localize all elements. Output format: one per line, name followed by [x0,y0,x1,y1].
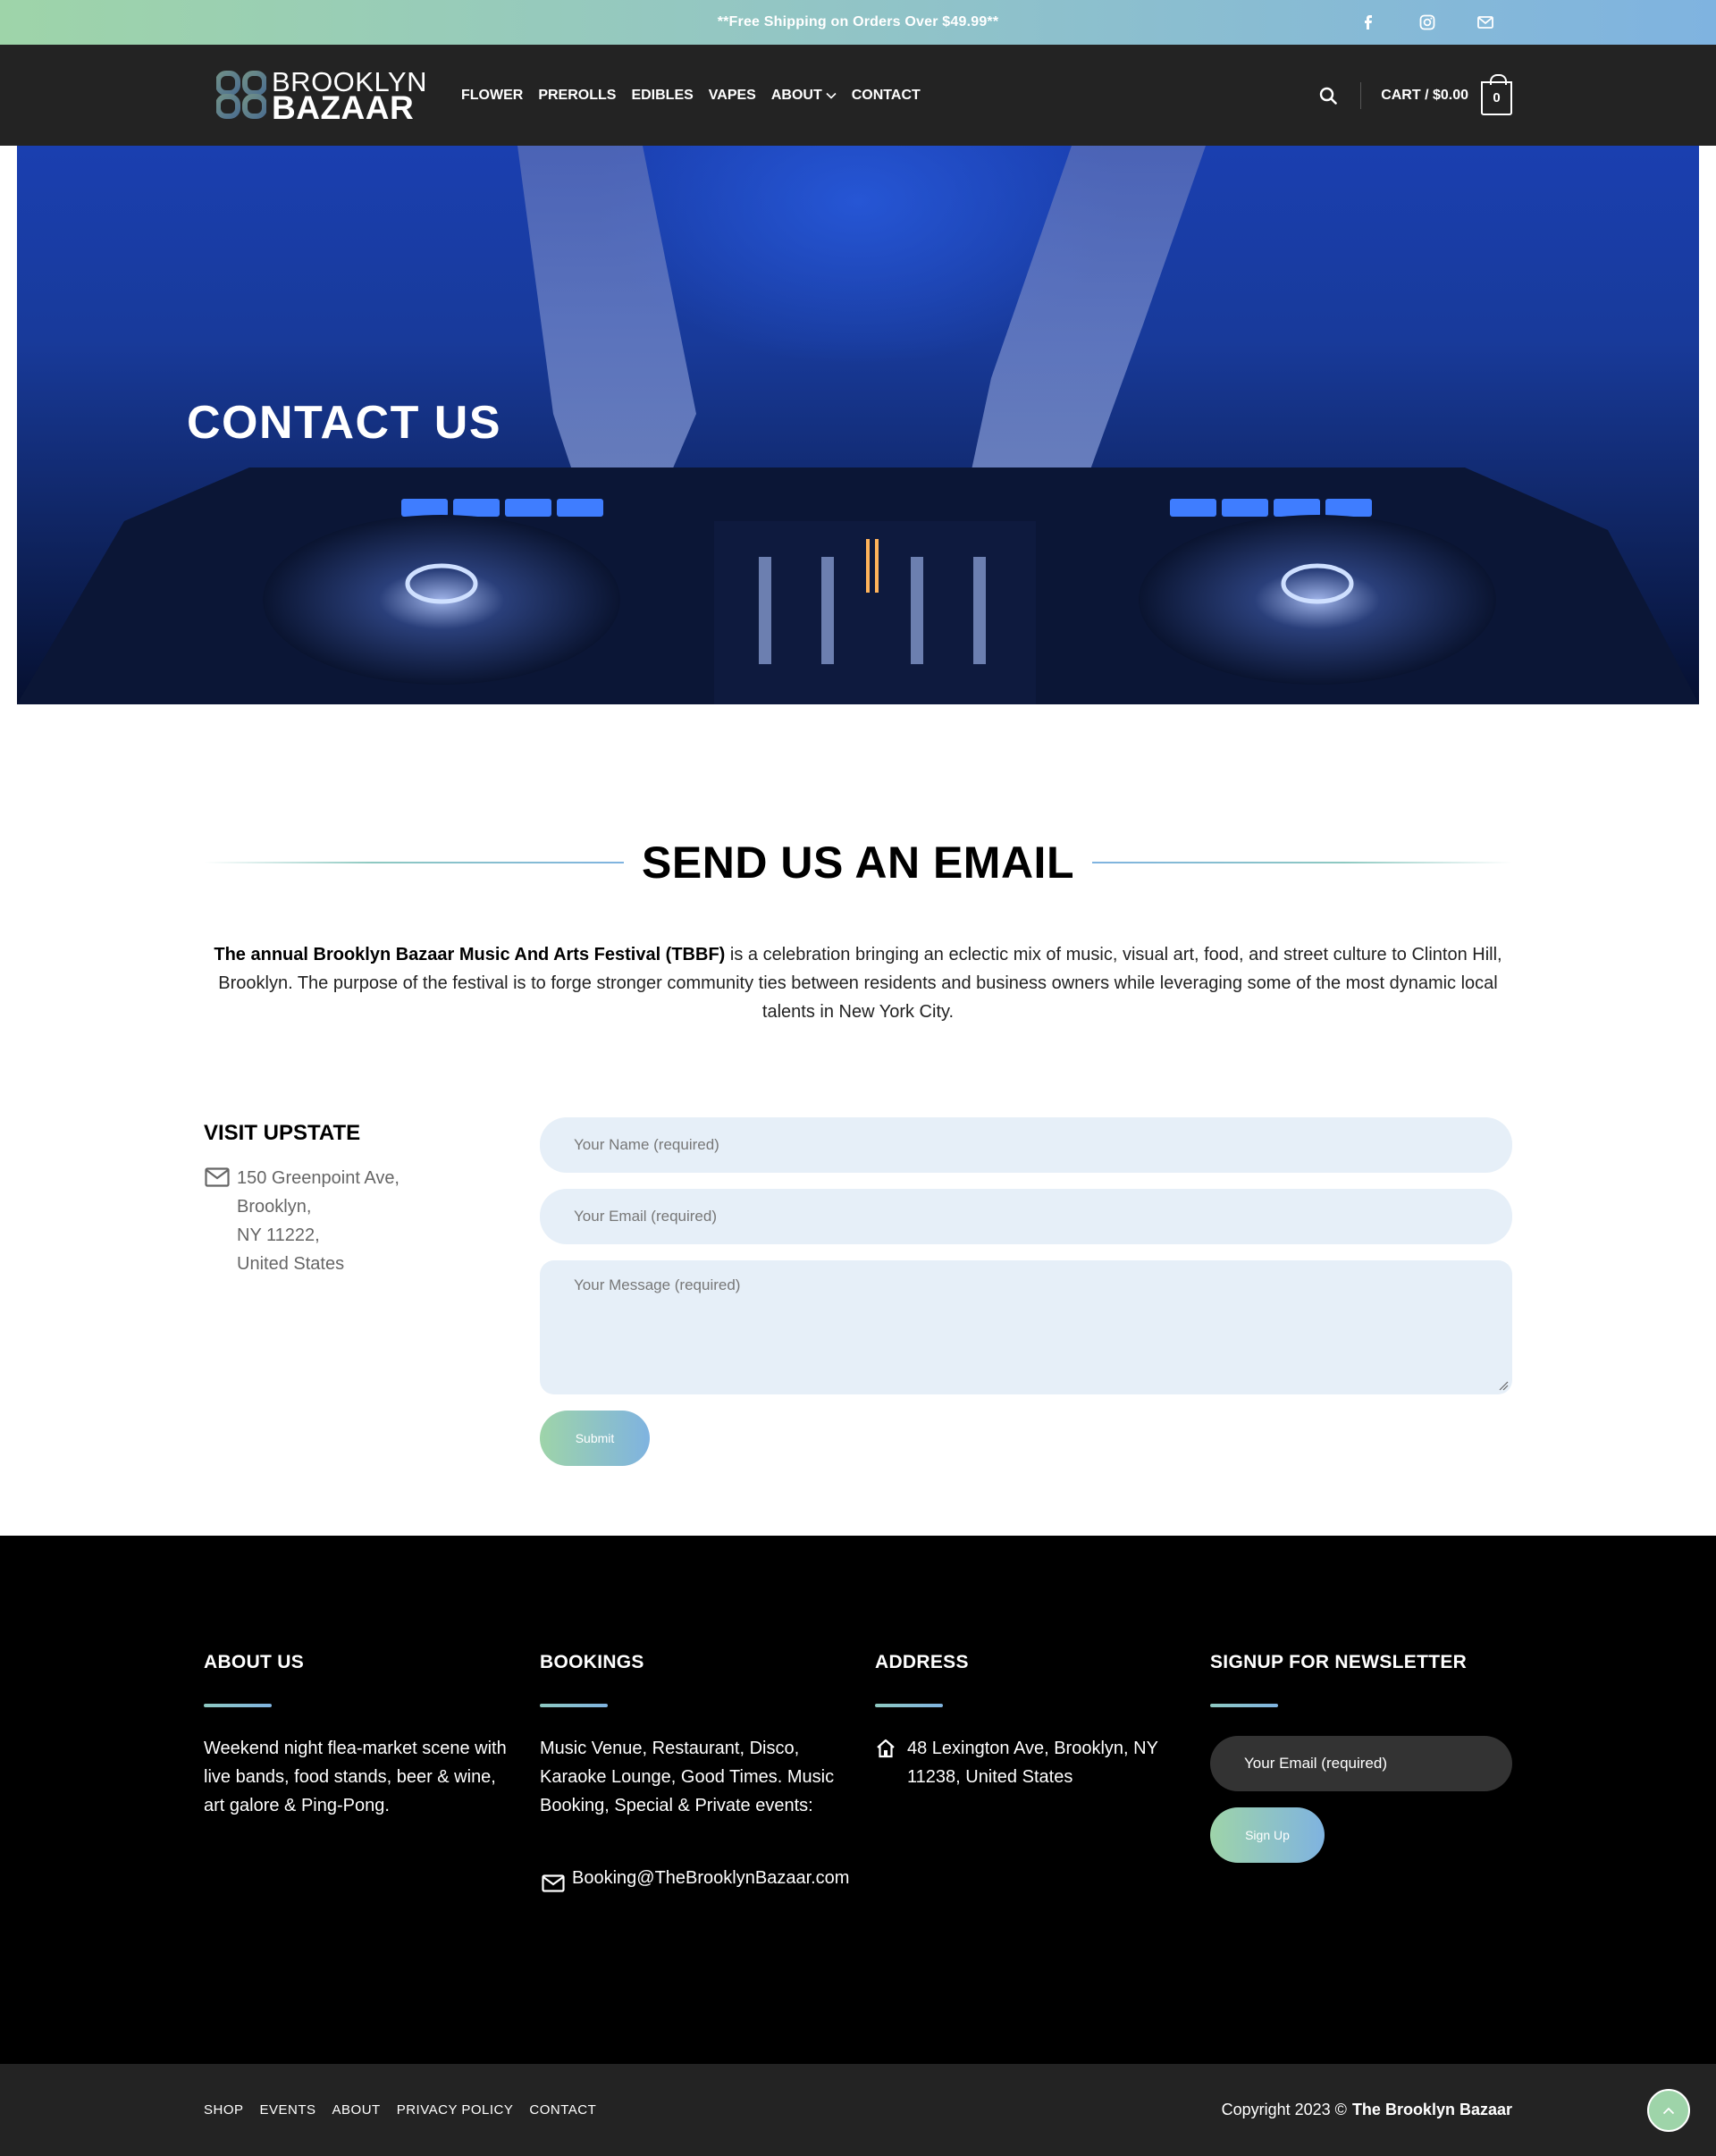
envelope-icon [205,1167,230,1187]
instagram-link[interactable] [1417,12,1438,33]
search-icon [1319,87,1337,105]
nav-flower-label: FLOWER [461,87,524,103]
email-icon [1477,16,1493,29]
nav-contact[interactable]: CONTACT [852,88,921,104]
footer-link-about[interactable]: ABOUT [332,2102,381,2118]
search-button[interactable] [1317,85,1339,106]
submit-button[interactable]: Submit [540,1411,650,1466]
name-field[interactable] [540,1117,1512,1173]
promo-bar: **Free Shipping on Orders Over $49.99** [0,0,1716,45]
footer-link-events[interactable]: EVENTS [260,2102,316,2118]
footer-about-underline [204,1704,272,1707]
visit-address-line: 150 Greenpoint Ave, [237,1168,400,1188]
signup-button[interactable]: Sign Up [1210,1807,1325,1863]
nav-prerolls-label: PREROLLS [538,87,617,103]
home-icon [877,1739,895,1758]
footer-about-title: ABOUT US [204,1652,305,1672]
nav-edibles[interactable]: EDIBLES [631,88,693,104]
visit-address-line: NY 11222, [237,1225,320,1245]
booking-email-link[interactable]: Booking@TheBrooklynBazaar.com [572,1868,849,1889]
back-to-top-button[interactable] [1647,2089,1690,2132]
footer-nav: SHOP EVENTS ABOUT PRIVACY POLICY CONTACT [204,2064,596,2156]
chevron-up-icon [1662,2107,1675,2114]
footer-newsletter-underline [1210,1704,1278,1707]
facebook-link[interactable] [1358,12,1379,33]
nav-edibles-label: EDIBLES [631,87,694,103]
resize-grip-icon[interactable] [1498,1380,1509,1391]
instagram-icon [1419,14,1435,30]
festival-name: The annual Brooklyn Bazaar Music And Art… [214,945,726,964]
visit-address-line: Brooklyn, [237,1197,312,1217]
section-title: SEND US AN EMAIL [642,838,1074,888]
logo-text-bottom: BAZAAR [272,89,415,126]
nav-flower[interactable]: FLOWER [461,88,523,104]
main-nav: FLOWER PREROLLS EDIBLES VAPES ABOUT CONT… [461,45,921,146]
footer-address-underline [875,1704,943,1707]
nav-prerolls[interactable]: PREROLLS [538,88,616,104]
page-title: CONTACT US [187,397,502,449]
copyright: Copyright 2023 © The Brooklyn Bazaar [1222,2064,1512,2156]
copyright-prefix: Copyright 2023 © [1221,2101,1347,2118]
hero-banner: CONTACT US [17,146,1699,704]
nav-about[interactable]: ABOUT [771,88,837,104]
bottom-bar: SHOP EVENTS ABOUT PRIVACY POLICY CONTACT… [0,2064,1716,2156]
footer-about-text: Weekend night flea-market scene with liv… [204,1739,507,1815]
cart-count-badge[interactable]: 0 [1481,73,1512,115]
footer-link-shop[interactable]: SHOP [204,2102,244,2118]
copyright-brand: The Brooklyn Bazaar [1351,2101,1512,2118]
message-field[interactable] [540,1260,1512,1394]
free-shipping-promo: **Free Shipping on Orders Over $49.99** [717,14,999,29]
footer-bookings-underline [540,1704,608,1707]
email-link[interactable] [1475,12,1496,33]
site-header: BROOKLYN BAZAAR FLOWER PREROLLS EDIBLES … [0,45,1716,146]
heading-divider-left [204,862,625,863]
cart-link[interactable]: CART / $0.00 [1381,88,1468,104]
facebook-icon [1365,15,1372,29]
email-field[interactable] [540,1189,1512,1244]
footer-link-privacy-policy[interactable]: PRIVACY POLICY [397,2102,514,2118]
footer-bookings-text: Music Venue, Restaurant, Disco, Karaoke … [540,1739,835,1815]
footer-bookings-title: BOOKINGS [540,1652,644,1672]
visit-address: 150 Greenpoint Ave, Brooklyn, NY 11222, … [237,1164,400,1278]
chevron-down-icon [826,92,837,99]
footer-address-title: ADDRESS [875,1652,969,1672]
footer-address-text: 48 Lexington Ave, Brooklyn, NY 11238, Un… [907,1739,1158,1787]
logo-mark-icon [216,71,266,119]
nav-vapes[interactable]: VAPES [709,88,756,104]
nav-vapes-label: VAPES [708,87,756,103]
heading-divider-right [1091,862,1513,863]
section-heading: SEND US AN EMAIL [204,836,1513,889]
festival-intro: The annual Brooklyn Bazaar Music And Art… [204,940,1512,1026]
envelope-icon [542,1874,565,1892]
visit-title: VISIT UPSTATE [204,1121,361,1145]
footer-newsletter-title: SIGNUP FOR NEWSLETTER [1210,1652,1468,1672]
nav-contact-label: CONTACT [851,87,921,103]
newsletter-email-field[interactable] [1210,1736,1512,1791]
nav-about-label: ABOUT [770,87,822,103]
visit-address-line: United States [237,1254,345,1274]
footer-link-contact[interactable]: CONTACT [529,2102,596,2118]
brooklyn-bazaar-logo[interactable]: BROOKLYN BAZAAR [216,68,426,126]
header-divider [1360,81,1362,109]
header-actions: CART / $0.00 0 [1317,45,1512,146]
